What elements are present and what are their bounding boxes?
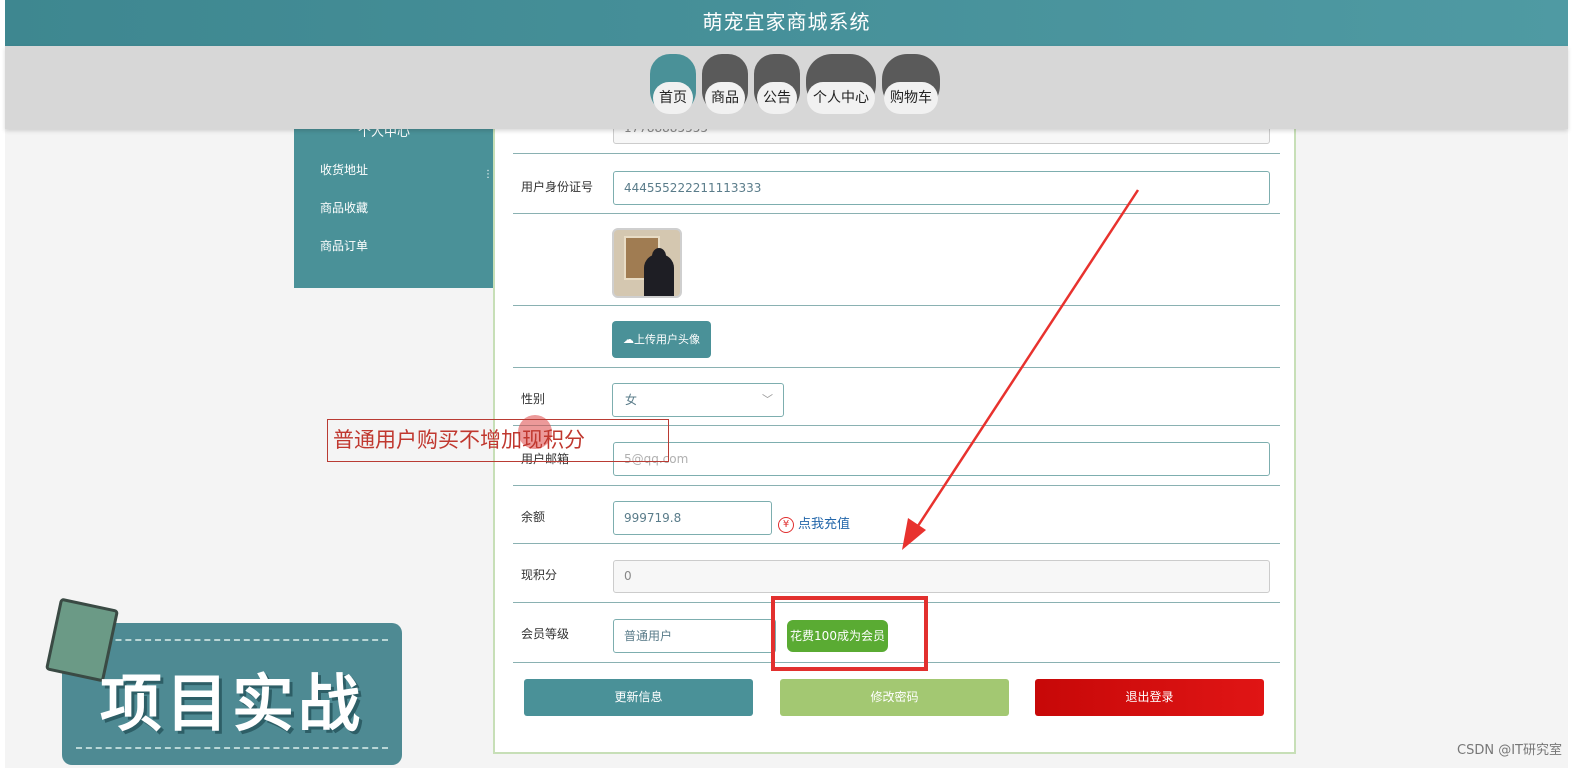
nav-announcements-label: 公告: [757, 82, 797, 114]
badge-top-border: [76, 639, 388, 641]
project-badge: 项目实战: [44, 597, 404, 768]
nav-announcements[interactable]: 公告: [754, 54, 800, 114]
watermark: CSDN @IT研究室: [1457, 743, 1562, 758]
nav-personal-center[interactable]: 个人中心: [806, 54, 876, 114]
nav-products-label: 商品: [705, 82, 745, 114]
nav-personal-center-label: 个人中心: [807, 82, 875, 114]
nav-home[interactable]: 首页: [650, 54, 696, 114]
badge-bottom-border: [76, 747, 388, 749]
main-nav: 首页 商品 公告 个人中心 购物车: [5, 46, 1568, 129]
nav-home-label: 首页: [653, 82, 693, 114]
badge-title: 项目实战: [100, 667, 365, 740]
nav-cart-label: 购物车: [884, 82, 938, 114]
nav-products[interactable]: 商品: [702, 54, 748, 114]
nav-cart[interactable]: 购物车: [882, 54, 940, 114]
